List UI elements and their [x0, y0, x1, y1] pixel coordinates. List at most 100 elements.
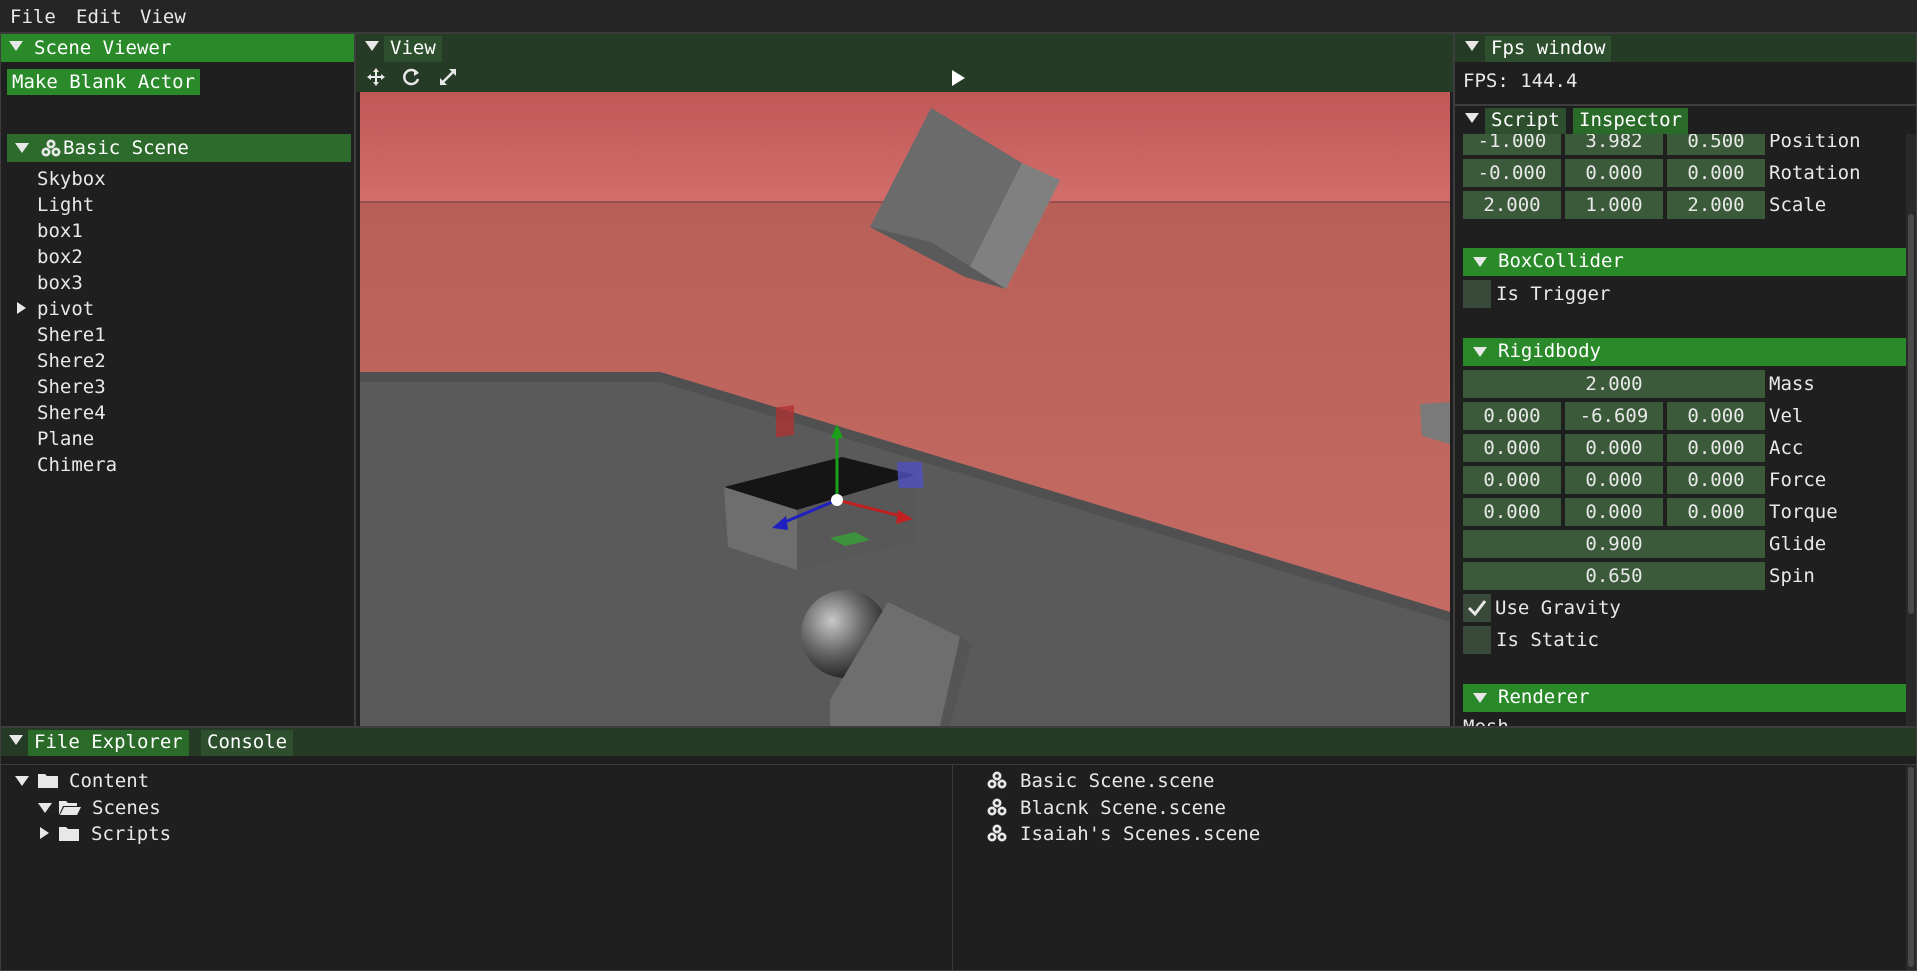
vel-z-field[interactable]: 0.000 — [1667, 402, 1765, 430]
acc-y-field[interactable]: 0.000 — [1565, 434, 1663, 462]
inspector-titlebar[interactable]: Script Inspector — [1455, 106, 1916, 134]
tree-item-box1[interactable]: box1 — [37, 220, 83, 242]
tree-item-plane[interactable]: Plane — [37, 428, 94, 450]
folder-icon — [38, 774, 58, 788]
fps-readout: FPS: 144.4 — [1463, 70, 1578, 92]
file-explorer-titlebar[interactable]: File Explorer Console — [1, 728, 1916, 756]
tree-item-box2[interactable]: box2 — [37, 246, 83, 268]
rigidbody-header[interactable]: Rigidbody — [1463, 338, 1915, 366]
force-x-field[interactable]: 0.000 — [1463, 466, 1561, 494]
view-tab[interactable]: View — [384, 36, 442, 62]
menu-edit[interactable]: Edit — [76, 6, 122, 28]
spin-field[interactable]: 0.650 — [1463, 562, 1765, 590]
expand-icon[interactable] — [1473, 347, 1487, 357]
tree-item-shere2[interactable]: Shere2 — [37, 350, 106, 372]
collapse-icon[interactable] — [9, 735, 23, 745]
fps-tab[interactable]: Fps window — [1485, 36, 1612, 62]
spin-label: Spin — [1769, 565, 1815, 587]
tree-item-light[interactable]: Light — [37, 194, 94, 216]
scene-icon — [41, 139, 61, 157]
tree-item-shere1[interactable]: Shere1 — [37, 324, 106, 346]
scale-z-field[interactable]: 2.000 — [1667, 191, 1765, 219]
explorer-scroll-thumb[interactable] — [1908, 767, 1914, 967]
rotation-z-field[interactable]: 0.000 — [1667, 159, 1765, 187]
tree-item-box3[interactable]: box3 — [37, 272, 83, 294]
vel-y-field[interactable]: -6.609 — [1565, 402, 1663, 430]
collapse-icon[interactable] — [365, 41, 379, 51]
boxcollider-header[interactable]: BoxCollider — [1463, 248, 1915, 276]
force-y-field[interactable]: 0.000 — [1565, 466, 1663, 494]
acc-label: Acc — [1769, 437, 1804, 459]
renderer-header[interactable]: Renderer — [1463, 684, 1915, 712]
scene-viewer-titlebar[interactable]: Scene Viewer — [1, 34, 354, 62]
scripts-expand-icon[interactable] — [40, 827, 49, 839]
scene-root-row[interactable]: Basic Scene — [7, 134, 351, 162]
is-trigger-label: Is Trigger — [1496, 283, 1611, 305]
script-tab[interactable]: Script — [1485, 108, 1566, 134]
folder-scenes-label[interactable]: Scenes — [92, 797, 161, 819]
file-explorer-tab[interactable]: File Explorer — [28, 730, 189, 756]
scale-y-field[interactable]: 1.000 — [1565, 191, 1663, 219]
rotate-tool-icon[interactable] — [401, 67, 421, 87]
force-label: Force — [1769, 469, 1827, 491]
view-titlebar[interactable]: View — [356, 34, 1453, 62]
explorer-divider[interactable] — [952, 765, 953, 970]
folder-scripts-label[interactable]: Scripts — [91, 823, 171, 845]
vel-x-field[interactable]: 0.000 — [1463, 402, 1561, 430]
scene-root-label: Basic Scene — [63, 137, 189, 159]
scale-tool-icon[interactable] — [438, 67, 458, 87]
torque-z-field[interactable]: 0.000 — [1667, 498, 1765, 526]
is-trigger-checkbox[interactable] — [1463, 280, 1491, 308]
collapse-icon[interactable] — [1465, 41, 1479, 51]
torque-y-field[interactable]: 0.000 — [1565, 498, 1663, 526]
scene-viewport[interactable] — [360, 92, 1450, 726]
inspector-tab[interactable]: Inspector — [1573, 108, 1688, 134]
collapse-icon[interactable] — [9, 41, 23, 51]
play-icon[interactable] — [950, 69, 966, 87]
scene-viewer-tab[interactable]: Scene Viewer — [28, 36, 178, 62]
folder-content-label[interactable]: Content — [69, 770, 149, 792]
expand-icon[interactable] — [15, 143, 29, 153]
inspector-scroll-thumb[interactable] — [1908, 214, 1914, 614]
file-blacnk-scene[interactable]: Blacnk Scene.scene — [1020, 797, 1226, 819]
file-isaiahs-scenes[interactable]: Isaiah's Scenes.scene — [1020, 823, 1260, 845]
acc-x-field[interactable]: 0.000 — [1463, 434, 1561, 462]
mesh-label: Mesh — [1463, 716, 1509, 727]
force-z-field[interactable]: 0.000 — [1667, 466, 1765, 494]
renderer-title: Renderer — [1498, 686, 1590, 708]
console-tab[interactable]: Console — [201, 730, 294, 756]
expand-icon[interactable] — [1473, 257, 1487, 267]
tree-item-skybox[interactable]: Skybox — [37, 168, 106, 190]
inspector-panel: -1.000 3.982 0.500 Position -0.000 0.000… — [1454, 105, 1917, 727]
glide-field[interactable]: 0.900 — [1463, 530, 1765, 558]
file-basic-scene[interactable]: Basic Scene.scene — [1020, 770, 1214, 792]
scenes-expand-icon[interactable] — [38, 803, 52, 813]
tree-item-shere4[interactable]: Shere4 — [37, 402, 106, 424]
is-static-checkbox[interactable] — [1463, 626, 1491, 654]
menu-file[interactable]: File — [10, 6, 56, 28]
inspector-scrollbar[interactable] — [1906, 134, 1916, 726]
tree-item-pivot[interactable]: pivot — [37, 298, 94, 320]
acc-z-field[interactable]: 0.000 — [1667, 434, 1765, 462]
explorer-scrollbar[interactable] — [1906, 765, 1916, 970]
content-expand-icon[interactable] — [15, 776, 29, 786]
menu-view[interactable]: View — [140, 6, 186, 28]
mass-field[interactable]: 2.000 — [1463, 370, 1765, 398]
tree-item-chimera[interactable]: Chimera — [37, 454, 117, 476]
use-gravity-checkbox[interactable] — [1463, 594, 1491, 622]
rotation-y-field[interactable]: 0.000 — [1565, 159, 1663, 187]
rotation-x-field[interactable]: -0.000 — [1463, 159, 1561, 187]
expand-icon[interactable] — [1473, 693, 1487, 703]
fps-titlebar[interactable]: Fps window — [1455, 34, 1916, 62]
make-blank-actor-button[interactable]: Make Blank Actor — [7, 69, 201, 95]
torque-label: Torque — [1769, 501, 1838, 523]
collapse-icon[interactable] — [1465, 113, 1479, 123]
move-tool-icon[interactable] — [366, 67, 386, 87]
tree-item-shere3[interactable]: Shere3 — [37, 376, 106, 398]
torque-x-field[interactable]: 0.000 — [1463, 498, 1561, 526]
scale-x-field[interactable]: 2.000 — [1463, 191, 1561, 219]
rigidbody-title: Rigidbody — [1498, 340, 1601, 362]
expand-right-icon[interactable] — [17, 302, 26, 314]
rotation-label: Rotation — [1769, 162, 1861, 184]
scale-label: Scale — [1769, 194, 1827, 216]
